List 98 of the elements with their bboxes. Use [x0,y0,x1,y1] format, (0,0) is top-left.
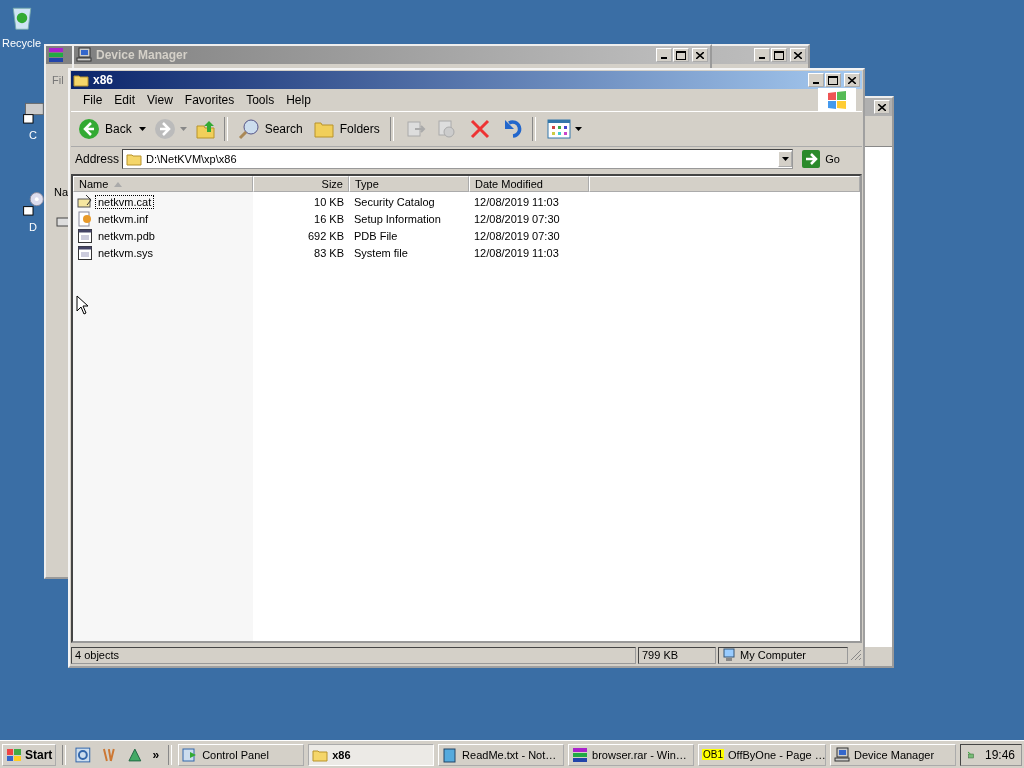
dropdown-arrow-icon [781,157,789,161]
computer-icon [834,746,851,763]
status-text: 4 objects [71,646,636,664]
search-icon [237,118,260,140]
folder-icon [73,73,89,87]
status-text: My Computer [740,649,807,661]
menu-item[interactable]: Edit [108,93,142,107]
table-cell-text: 12/08/2019 07:30 [473,229,561,242]
clock: 19:46 [985,747,1015,762]
dropdown-arrow-icon[interactable] [574,127,582,131]
start-button[interactable]: Start [2,743,57,766]
books-icon [572,746,589,763]
minimize-icon [759,57,765,59]
table-cell-text: Security Catalog [353,195,436,208]
mouse-pointer-icon [76,295,88,315]
status-text: 799 KB [638,646,716,664]
address-field[interactable]: D:\NetKVM\xp\x86 [146,153,237,165]
close-button[interactable] [790,48,806,62]
table-cell-text: 12/08/2019 11:03 [473,195,560,208]
file-name[interactable]: netkvm.inf [95,211,152,226]
back-button[interactable]: Back [75,116,135,142]
dropdown-button[interactable] [778,151,793,167]
column-header[interactable]: Name [73,176,253,192]
table-cell-text: 10 KB [313,195,345,208]
menu-item[interactable]: Tools [240,93,281,107]
table-cell-text: 16 KB [313,212,345,225]
maximize-icon [774,50,784,60]
views-icon[interactable] [546,119,571,139]
table-cell-text: 12/08/2019 11:03 [473,246,560,259]
taskbar-button[interactable]: x86 [308,743,435,766]
more-button[interactable]: » [149,747,163,762]
column-header[interactable]: Na [54,186,69,198]
spreadsheet-icon[interactable] [126,746,143,763]
menu-item[interactable]: File [77,93,109,107]
minimize-button[interactable] [754,48,770,62]
resize-grip-icon[interactable] [850,649,862,661]
taskbar-button[interactable]: Control Panel [178,743,305,766]
close-button[interactable] [874,100,890,114]
system-file-icon [77,244,93,261]
close-icon [878,103,886,111]
computer-icon [76,47,92,63]
menu-item[interactable]: Favorites [178,93,241,107]
certificate-file-icon [77,193,93,210]
minimize-button[interactable] [808,73,824,87]
computer-icon [722,648,736,662]
desktop-icon-label[interactable]: C [29,129,37,141]
table-cell-text: 83 KB [313,246,345,259]
address-label: Address [75,152,120,166]
maximize-button[interactable] [673,48,689,62]
desktop-icon-label[interactable]: Recycle [2,37,42,49]
dropdown-arrow-icon[interactable] [138,127,146,131]
menu-item[interactable]: View [141,93,179,107]
windows-logo-icon [6,747,22,762]
close-icon [794,51,802,59]
maximize-icon [676,50,686,60]
window-title: x86 [93,73,114,87]
go-button[interactable]: Go [796,150,858,168]
delete-icon[interactable] [468,118,491,140]
desktop-icon-label[interactable]: D [29,221,37,233]
window-title: Device Manager [96,48,188,62]
file-name[interactable]: netkvm.pdb [95,228,158,243]
close-button[interactable] [692,48,708,62]
close-icon [848,76,856,84]
file-name[interactable]: netkvm.cat [95,194,155,209]
taskbar-button[interactable]: ReadMe.txt - Not… [438,743,565,766]
close-button[interactable] [844,73,860,87]
table-cell-text: System file [353,246,409,259]
table-cell-text: 692 KB [306,229,345,242]
column-header[interactable]: Date Modified [469,176,589,192]
maximize-button[interactable] [771,48,787,62]
table-cell-text: PDB File [353,229,399,242]
taskbar-button[interactable]: Device Manager [830,743,956,766]
browser-icon[interactable] [75,746,92,763]
taskbar-button[interactable]: OB1 OffByOne - Page … [698,743,827,766]
table-cell-text: Setup Information [353,212,442,225]
taskbar-button[interactable]: browser.rar - Win… [568,743,695,766]
maximize-icon [828,75,838,85]
app-badge: OB1 [702,749,725,760]
menu-item[interactable]: Help [280,93,317,107]
close-icon [696,51,704,59]
drive-icon [56,216,70,228]
table-cell-text: 12/08/2019 07:30 [473,212,561,225]
column-header[interactable]: Size [253,176,349,192]
go-arrow-icon [802,150,821,168]
column-header[interactable]: Type [349,176,469,192]
file-name[interactable]: netkvm.sys [95,245,156,260]
maximize-button[interactable] [825,73,841,87]
settings-file-icon [77,210,93,227]
minimize-button[interactable] [656,48,672,62]
folder-icon [312,747,329,762]
folders-button[interactable]: Folders [309,116,383,142]
notepad-icon [442,746,459,763]
folder-icon [126,152,143,166]
system-file-icon [77,227,93,244]
books-icon [48,47,64,63]
search-button[interactable]: Search [234,116,306,142]
minimize-icon [813,82,819,84]
minimize-icon [661,57,667,59]
